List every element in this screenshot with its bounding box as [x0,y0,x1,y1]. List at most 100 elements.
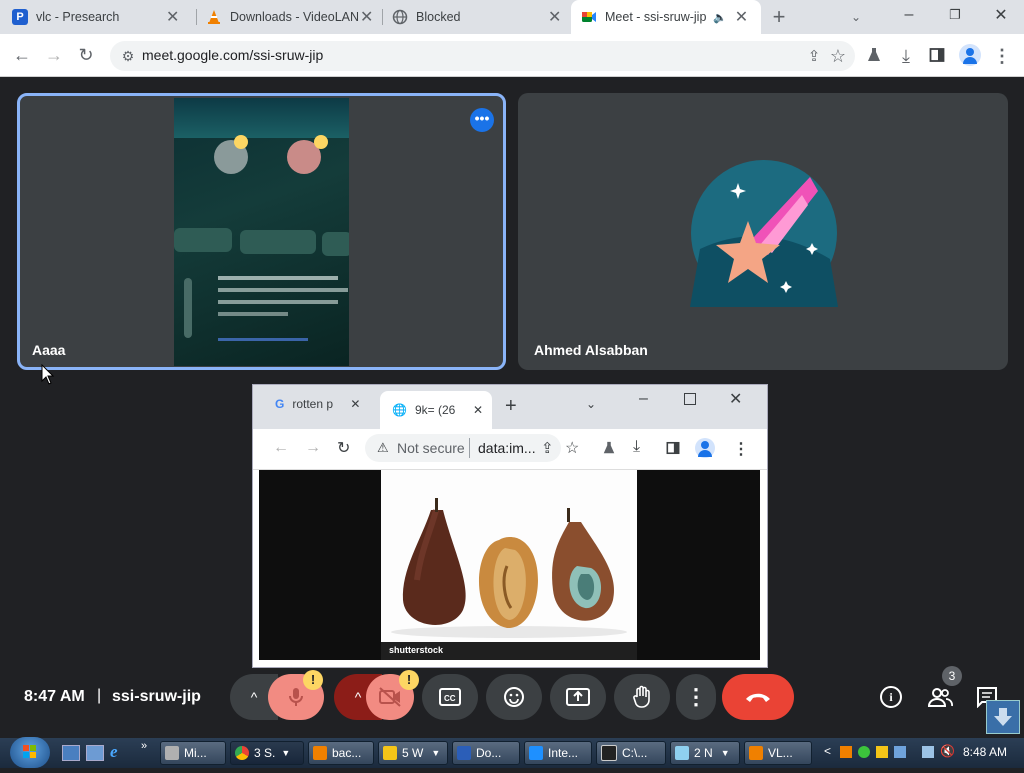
meet-icon [582,12,596,22]
taskbar-item[interactable]: 2 N ▼ [670,741,740,765]
maximize-icon[interactable] [684,393,696,405]
start-orb[interactable] [10,737,50,768]
tab-blocked[interactable]: Blocked ✕ [392,0,564,34]
audio-playing-icon[interactable]: 🔈 [713,11,727,24]
tab-label: Meet - ssi-sruw-jip [605,10,707,24]
tab-search-chevron-icon[interactable]: ⌄ [586,397,596,411]
back-icon[interactable]: ← [8,41,36,69]
tray-vlc-icon[interactable] [840,746,852,758]
close-tab-icon[interactable]: ✕ [360,7,373,27]
taskbar-item-label: Inte... [548,746,579,760]
more-options-icon[interactable]: ••• [470,108,494,132]
download-icon[interactable]: ⤓ [633,438,640,456]
tray-expand-icon[interactable]: < [824,744,831,758]
tray-status-icon[interactable] [858,746,870,758]
taskbar-item-label: 2 N [694,746,713,760]
rotten-pears-picture [381,498,637,660]
emoji-icon [504,687,524,707]
minimize-icon[interactable]: – [639,390,648,408]
close-tab-icon[interactable]: ✕ [473,403,483,417]
taskbar-item[interactable]: C:\... [596,741,666,765]
url-text: meet.google.com/ssi-sruw-jip [142,47,324,63]
reload-icon[interactable]: ↻ [72,41,100,69]
captions-button[interactable]: CC [422,674,478,720]
people-icon[interactable] [927,686,953,708]
tray-app-icon[interactable] [894,746,906,758]
close-tab-icon[interactable]: ✕ [350,397,360,411]
quicklaunch-expand-icon[interactable]: » [141,740,147,752]
back-icon[interactable]: ← [273,439,289,457]
show-desktop-icon[interactable] [62,745,80,761]
globe-icon: 🌐 [392,403,407,417]
folder-icon [383,746,397,760]
close-tab-icon[interactable]: ✕ [548,7,561,27]
omnibox-divider [469,438,470,458]
labs-flask-icon[interactable] [602,441,616,455]
mic-warning-badge: ! [303,670,323,690]
reactions-button[interactable] [486,674,542,720]
new-tab-icon[interactable]: + [765,3,793,31]
menu-kebab-icon[interactable]: ⋮ [733,439,749,459]
side-panel-icon[interactable] [666,441,680,455]
share-icon[interactable]: ⇪ [541,439,554,457]
reload-icon[interactable]: ↻ [337,438,350,458]
tray-shield-icon[interactable] [876,746,888,758]
minimize-icon[interactable]: – [886,0,932,30]
notepad-icon [675,746,689,760]
document-icon [457,746,471,760]
taskbar-item[interactable]: VL... [744,741,812,765]
site-info-icon[interactable]: ⚙ [114,42,142,70]
taskbar-item-chrome[interactable]: 3 S. ▼ [230,741,304,765]
bookmark-star-icon[interactable]: ☆ [565,438,579,458]
more-options-icon[interactable]: ⋮ [676,674,716,720]
close-tab-icon[interactable]: ✕ [166,7,179,27]
tab-presearch[interactable]: P vlc - Presearch ✕ [12,0,192,34]
tab-search-chevron-icon[interactable]: ⌄ [842,3,870,31]
present-screen-button[interactable] [550,674,606,720]
close-window-icon[interactable]: ✕ [978,0,1024,30]
download-arrow-icon [994,708,1012,726]
side-panel-icon[interactable] [929,47,945,63]
meeting-details-icon[interactable]: i [880,686,902,708]
volume-muted-icon[interactable]: 🔇 [940,744,955,758]
shared-url-text: data:im... [478,440,536,456]
tab-videolan-downloads[interactable]: Downloads - VideoLAN ✕ [206,0,376,34]
quicklaunch-window-icon[interactable] [86,745,104,761]
forward-icon[interactable]: → [305,439,321,457]
profile-avatar-icon[interactable] [959,44,981,66]
chrome-icon [235,746,249,760]
labs-flask-icon[interactable] [866,47,882,63]
tab-meet[interactable]: Meet - ssi-sruw-jip 🔈 ✕ [571,0,761,34]
internet-explorer-icon[interactable]: e [110,742,118,762]
floating-download-button[interactable] [986,700,1020,734]
taskbar-item[interactable]: bac... [308,741,374,765]
network-icon[interactable] [922,746,934,758]
tab-divider [382,9,383,25]
taskbar-item[interactable]: Mi... [160,741,226,765]
tab-label: vlc - Presearch [36,10,120,24]
participant-video-feed [174,98,349,366]
new-tab-icon[interactable]: + [505,395,517,418]
meeting-clock: 8:47 AM [24,688,85,705]
not-secure-label: Not secure [397,440,465,456]
shared-tab-rotten[interactable]: G rotten p ✕ [275,397,375,411]
shared-tab-label: 9k= (26 [414,403,456,417]
leave-call-button[interactable] [722,674,794,720]
taskbar-item[interactable]: Do... [452,741,520,765]
raise-hand-button[interactable] [614,674,670,720]
shared-tab-image[interactable]: 🌐 9k= (26 ✕ [380,391,492,429]
taskbar-item[interactable]: 5 W ▼ [378,741,448,765]
restore-icon[interactable]: ❐ [932,0,978,30]
close-window-icon[interactable]: ✕ [729,389,742,409]
participant-tile-ahmed[interactable]: Ahmed Alsabban [518,93,1008,370]
close-tab-icon[interactable]: ✕ [735,7,748,27]
camera-off-icon [379,687,401,707]
forward-icon[interactable]: → [40,41,68,69]
captions-icon: CC [439,688,461,706]
taskbar-item[interactable]: Inte... [524,741,592,765]
menu-kebab-icon[interactable]: ⋮ [988,42,1016,70]
participant-tile-aaaa[interactable]: ••• Aaaa [17,93,506,370]
download-icon[interactable]: ⤓ [892,42,920,70]
profile-avatar-icon[interactable] [695,438,715,458]
bookmark-star-icon[interactable]: ☆ [824,42,852,70]
